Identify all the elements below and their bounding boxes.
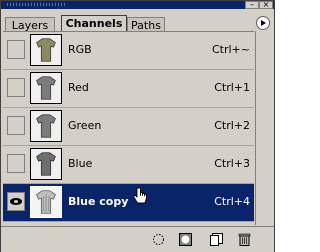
channel-thumbnail-red	[30, 72, 62, 104]
channel-row-red[interactable]: Red Ctrl+1	[3, 70, 254, 108]
palette-bottom-toolbar	[1, 226, 274, 252]
channel-row-rgb[interactable]: RGB Ctrl+~	[3, 32, 254, 70]
channel-shortcut: Ctrl+2	[214, 119, 250, 132]
channel-name: RGB	[68, 43, 92, 56]
hand-pointer-cursor-icon	[133, 187, 147, 204]
channel-thumbnail-blue-copy	[30, 186, 62, 218]
channels-palette: – × Layers Channels Paths RGB Ctrl+~ Red	[0, 0, 275, 252]
channel-list: RGB Ctrl+~ Red Ctrl+1 Green Ctrl+2 Blue …	[3, 31, 254, 226]
new-channel-icon[interactable]	[210, 233, 223, 246]
visibility-toggle[interactable]	[7, 40, 25, 59]
scrollbar-track[interactable]	[257, 32, 271, 224]
delete-channel-icon[interactable]	[238, 233, 251, 246]
titlebar-grip	[7, 3, 67, 6]
load-selection-icon[interactable]	[152, 233, 165, 246]
channel-thumbnail-green	[30, 110, 62, 142]
minimize-icon[interactable]: –	[245, 1, 259, 9]
channel-shortcut: Ctrl+1	[214, 81, 250, 94]
close-icon[interactable]: ×	[259, 1, 273, 9]
channel-shortcut: Ctrl+3	[214, 157, 250, 170]
channel-row-blue-copy[interactable]: Blue copy Ctrl+4	[3, 184, 254, 222]
channel-shortcut: Ctrl+~	[211, 43, 250, 56]
channel-thumbnail-rgb	[30, 34, 62, 66]
channel-shortcut: Ctrl+4	[214, 195, 250, 208]
channel-name: Blue copy	[68, 195, 129, 208]
channel-name: Red	[68, 81, 89, 94]
channel-name: Green	[68, 119, 102, 132]
eye-icon	[10, 198, 22, 205]
channel-list-scrollbar[interactable]	[255, 31, 272, 225]
channel-row-blue[interactable]: Blue Ctrl+3	[3, 146, 254, 184]
visibility-toggle[interactable]	[7, 192, 25, 211]
save-selection-icon[interactable]	[179, 233, 192, 246]
palette-menu-arrow-icon[interactable]	[256, 16, 270, 30]
channel-name: Blue	[68, 157, 93, 170]
palette-titlebar[interactable]: – ×	[1, 1, 274, 9]
visibility-toggle[interactable]	[7, 116, 25, 135]
channel-row-green[interactable]: Green Ctrl+2	[3, 108, 254, 146]
visibility-toggle[interactable]	[7, 154, 25, 173]
channel-thumbnail-blue	[30, 148, 62, 180]
palette-tabs: Layers Channels Paths	[1, 9, 274, 33]
visibility-toggle[interactable]	[7, 78, 25, 97]
